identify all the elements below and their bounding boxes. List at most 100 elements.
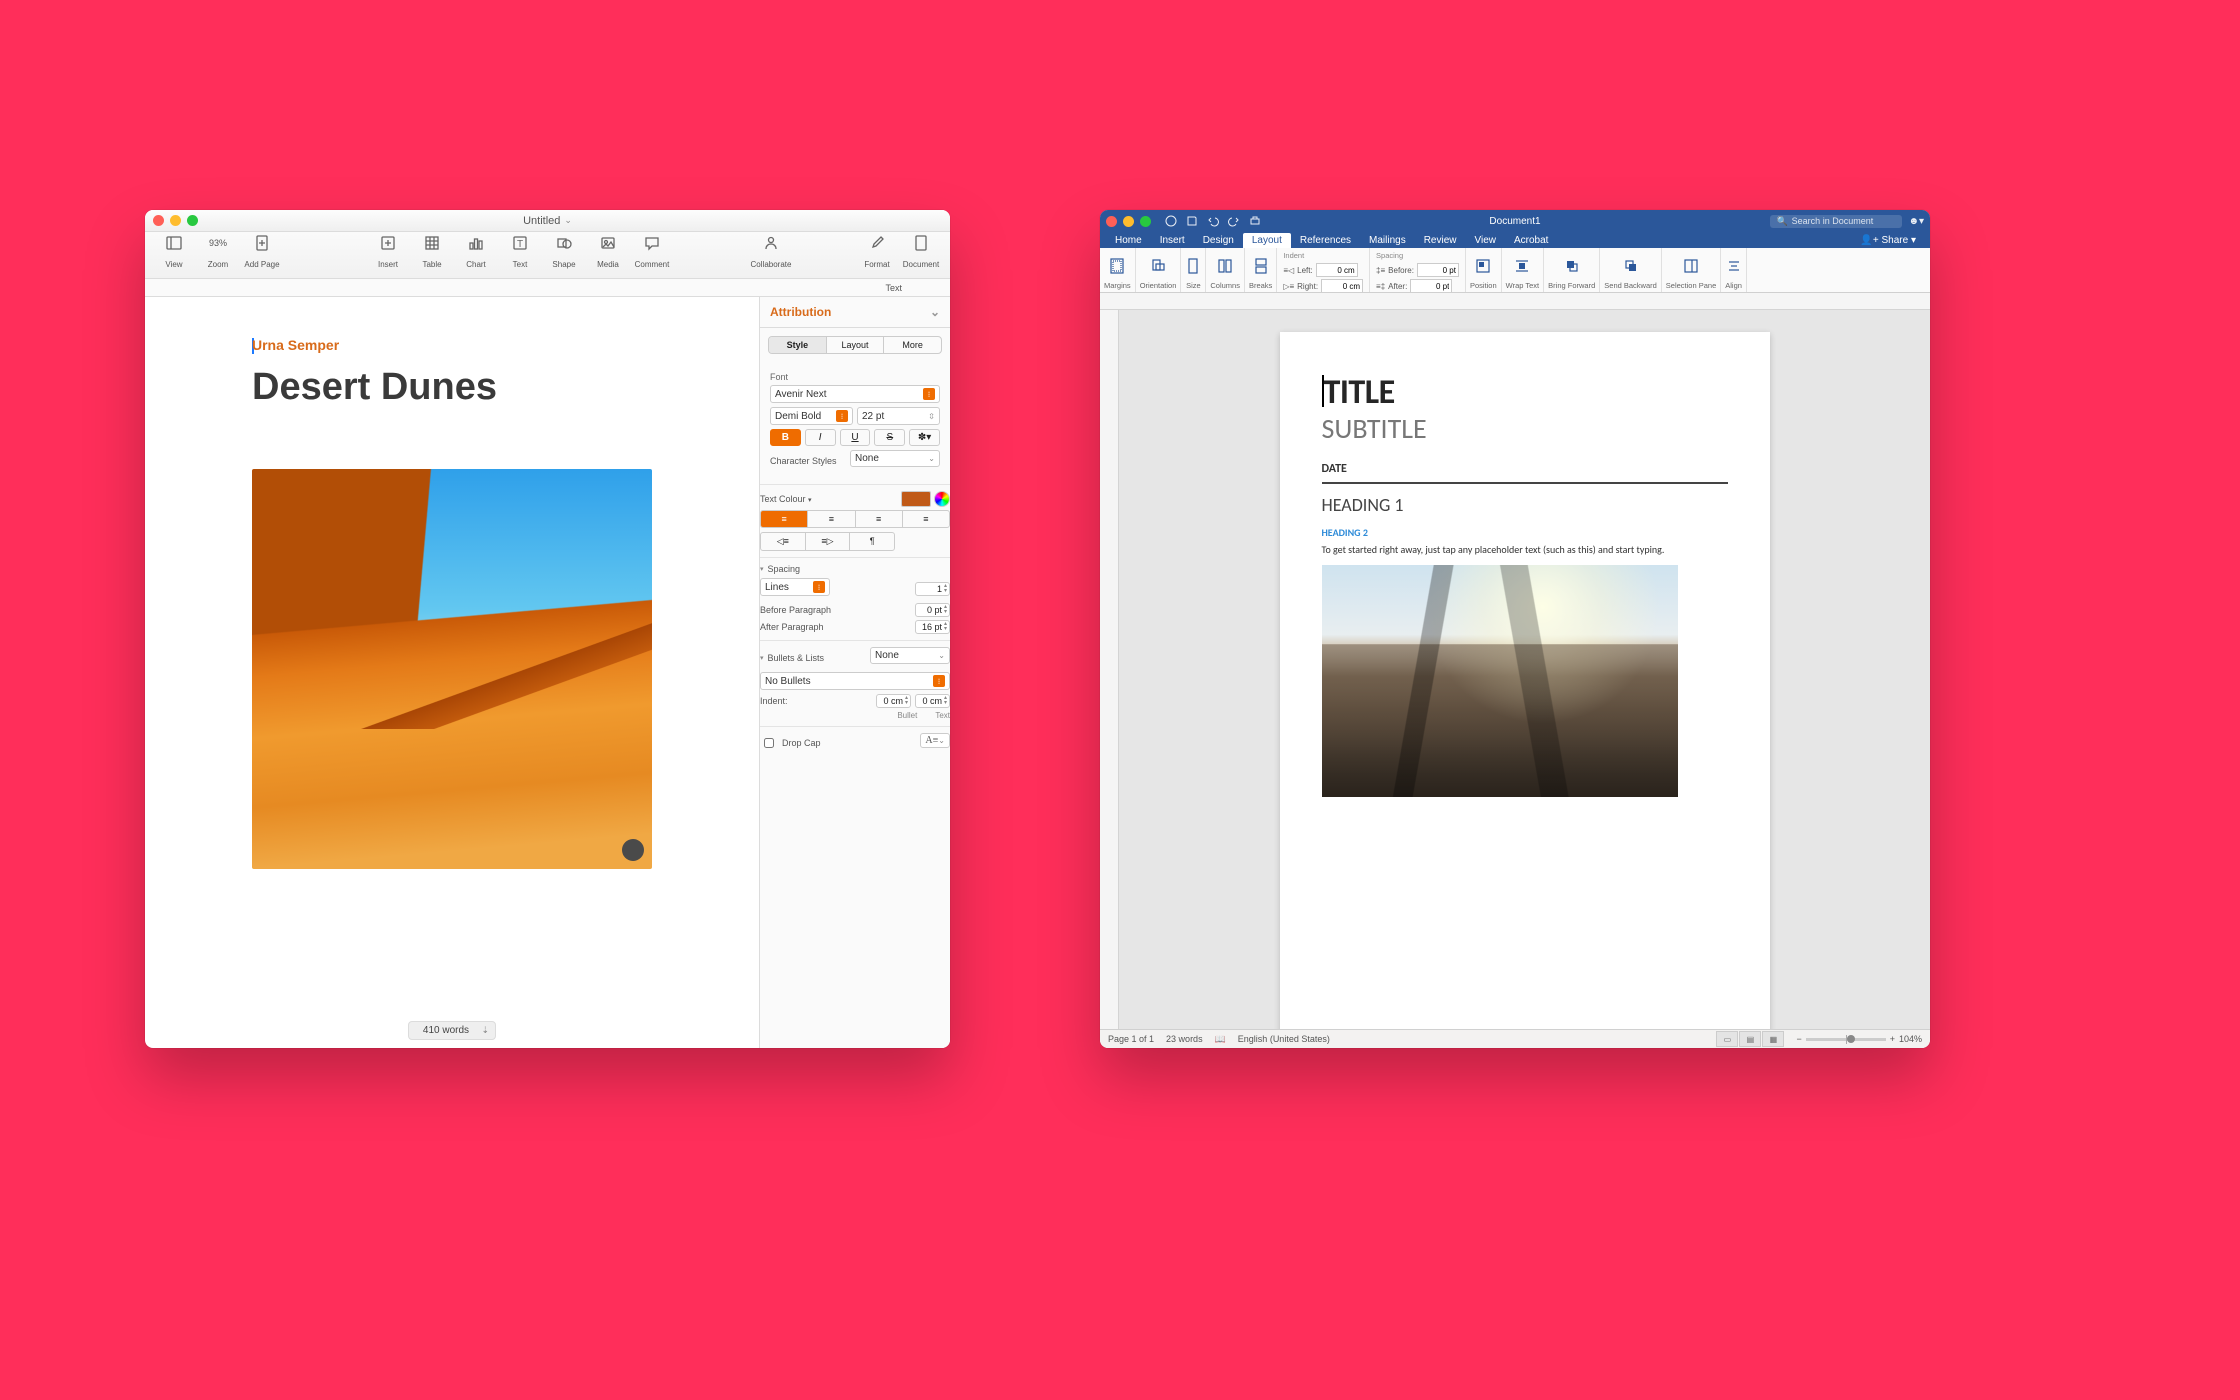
print-button[interactable] xyxy=(1246,213,1264,229)
zoom-out-button[interactable]: − xyxy=(1796,1034,1801,1044)
settings-icon[interactable]: ☻▾ xyxy=(1908,216,1924,227)
document-canvas[interactable]: TITLE SUBTITLE DATE HEADING 1 HEADING 2 … xyxy=(1119,310,1930,1029)
zoom-value[interactable]: 104% xyxy=(1899,1034,1922,1044)
table-button[interactable]: Table xyxy=(411,235,453,269)
share-button[interactable]: 👤+ Share ▾ xyxy=(1852,233,1924,248)
text-button[interactable]: T Text xyxy=(499,235,541,269)
web-layout-button[interactable]: ▦ xyxy=(1762,1031,1784,1047)
spellcheck-icon[interactable]: 📖 xyxy=(1215,1034,1226,1045)
wrap-text-button[interactable]: Wrap Text xyxy=(1502,248,1545,292)
collaborate-button[interactable]: Collaborate xyxy=(750,235,792,269)
document-page[interactable]: TITLE SUBTITLE DATE HEADING 1 HEADING 2 … xyxy=(1280,332,1770,1029)
zoom-dropdown[interactable]: 93% Zoom xyxy=(197,235,239,269)
size-button[interactable]: Size xyxy=(1181,248,1206,292)
tab-review[interactable]: Review xyxy=(1415,233,1466,248)
orientation-button[interactable]: Orientation xyxy=(1136,248,1182,292)
advanced-gear-button[interactable]: ✽▾ xyxy=(909,429,940,446)
minimize-button[interactable] xyxy=(1123,216,1134,227)
insert-button[interactable]: Insert xyxy=(367,235,409,269)
zoom-button[interactable] xyxy=(1140,216,1151,227)
document-canvas[interactable]: Urna Semper Desert Dunes 410 words xyxy=(145,297,759,1048)
send-backward-button[interactable]: Send Backward xyxy=(1600,248,1662,292)
close-button[interactable] xyxy=(153,215,164,226)
columns-button[interactable]: Columns xyxy=(1206,248,1245,292)
space-before-input[interactable] xyxy=(1417,263,1459,277)
date-placeholder[interactable]: DATE xyxy=(1322,462,1728,476)
indent-decrease-button[interactable]: ◁≡ xyxy=(761,533,806,550)
spacing-header[interactable]: Spacing xyxy=(760,564,950,574)
document-title[interactable]: Untitled xyxy=(523,215,560,227)
body-placeholder[interactable]: To get started right away, just tap any … xyxy=(1322,543,1728,557)
bullets-header[interactable]: Bullets & Lists None ⌄ xyxy=(760,647,950,668)
tab-layout[interactable]: Layout xyxy=(1243,233,1291,248)
shape-button[interactable]: Shape xyxy=(543,235,585,269)
media-button[interactable]: Media xyxy=(587,235,629,269)
view-button[interactable]: View xyxy=(153,235,195,269)
pages-titlebar[interactable]: Untitled ⌄ xyxy=(145,210,950,232)
position-button[interactable]: Position xyxy=(1466,248,1502,292)
space-after-input[interactable] xyxy=(1410,279,1452,293)
ltr-button[interactable]: ¶ xyxy=(850,533,894,550)
tab-design[interactable]: Design xyxy=(1194,233,1243,248)
add-page-button[interactable]: Add Page xyxy=(241,235,283,269)
align-justify-button[interactable]: ≡ xyxy=(903,511,949,527)
format-button[interactable]: Format xyxy=(856,235,898,269)
autosave-toggle[interactable] xyxy=(1162,213,1180,229)
minimize-button[interactable] xyxy=(170,215,181,226)
zoom-slider[interactable] xyxy=(1806,1038,1886,1041)
document-button[interactable]: Document xyxy=(900,235,942,269)
align-center-button[interactable]: ≡ xyxy=(808,511,855,527)
chevron-down-icon[interactable]: ⌄ xyxy=(564,215,572,226)
heading1-placeholder[interactable]: HEADING 1 xyxy=(1322,494,1728,516)
bullet-style-select[interactable]: No Bullets ⁝ xyxy=(760,672,950,690)
zoom-in-button[interactable]: + xyxy=(1890,1034,1895,1044)
bullets-list-select[interactable]: None ⌄ xyxy=(870,647,950,664)
colour-swatch[interactable] xyxy=(901,491,931,507)
focus-view-button[interactable]: ▭ xyxy=(1716,1031,1738,1047)
italic-button[interactable]: I xyxy=(805,429,836,446)
drop-cap-checkbox[interactable] xyxy=(764,738,774,748)
align-button[interactable]: Align xyxy=(1721,248,1747,292)
tab-layout[interactable]: Layout xyxy=(827,337,885,353)
word-count[interactable]: 23 words xyxy=(1166,1034,1203,1044)
colour-wheel-icon[interactable] xyxy=(934,491,950,507)
underline-button[interactable]: U xyxy=(840,429,871,446)
indent-right-input[interactable] xyxy=(1321,279,1363,293)
align-left-button[interactable]: ≡ xyxy=(761,511,808,527)
document-page[interactable]: Urna Semper Desert Dunes xyxy=(222,325,682,1021)
tab-references[interactable]: References xyxy=(1291,233,1360,248)
drop-cap-style-select[interactable]: A≡⌄ xyxy=(920,733,950,748)
attribution-text[interactable]: Urna Semper xyxy=(252,337,652,354)
redo-button[interactable] xyxy=(1225,213,1243,229)
indent-left-input[interactable] xyxy=(1316,263,1358,277)
tab-acrobat[interactable]: Acrobat xyxy=(1505,233,1557,248)
zoom-button[interactable] xyxy=(187,215,198,226)
tab-mailings[interactable]: Mailings xyxy=(1360,233,1415,248)
undo-button[interactable] xyxy=(1204,213,1222,229)
font-weight-select[interactable]: Demi Bold ⁝ xyxy=(770,407,853,425)
indent-increase-button[interactable]: ≡▷ xyxy=(806,533,851,550)
search-field[interactable]: 🔍 Search in Document xyxy=(1770,215,1902,228)
inline-image[interactable] xyxy=(252,469,652,869)
line-spacing-stepper[interactable]: 1 ▴▾ xyxy=(915,582,950,596)
selection-pane-button[interactable]: Selection Pane xyxy=(1662,248,1721,292)
char-styles-select[interactable]: None ⌄ xyxy=(850,450,940,467)
print-layout-button[interactable]: ▤ xyxy=(1739,1031,1761,1047)
vertical-ruler[interactable] xyxy=(1100,310,1119,1029)
title-placeholder[interactable]: TITLE xyxy=(1322,372,1728,413)
after-paragraph-stepper[interactable]: 16 pt ▴▾ xyxy=(915,620,950,634)
subtitle-placeholder[interactable]: SUBTITLE xyxy=(1322,411,1728,446)
tab-style[interactable]: Style xyxy=(769,337,827,353)
save-button[interactable] xyxy=(1183,213,1201,229)
tab-view[interactable]: View xyxy=(1466,233,1506,248)
heading2-placeholder[interactable]: HEADING 2 xyxy=(1322,526,1728,539)
strike-button[interactable]: S xyxy=(874,429,905,446)
bold-button[interactable]: B xyxy=(770,429,801,446)
chevron-down-icon[interactable]: ▾ xyxy=(808,497,812,504)
text-indent-stepper[interactable]: 0 cm▴▾ xyxy=(915,694,950,708)
inspector-section-header[interactable]: Attribution ⌄ xyxy=(760,297,950,328)
bullet-indent-stepper[interactable]: 0 cm▴▾ xyxy=(876,694,911,708)
margins-button[interactable]: Margins xyxy=(1100,248,1136,292)
line-spacing-select[interactable]: Lines ⁝ xyxy=(760,578,830,596)
inline-image[interactable] xyxy=(1322,565,1678,797)
